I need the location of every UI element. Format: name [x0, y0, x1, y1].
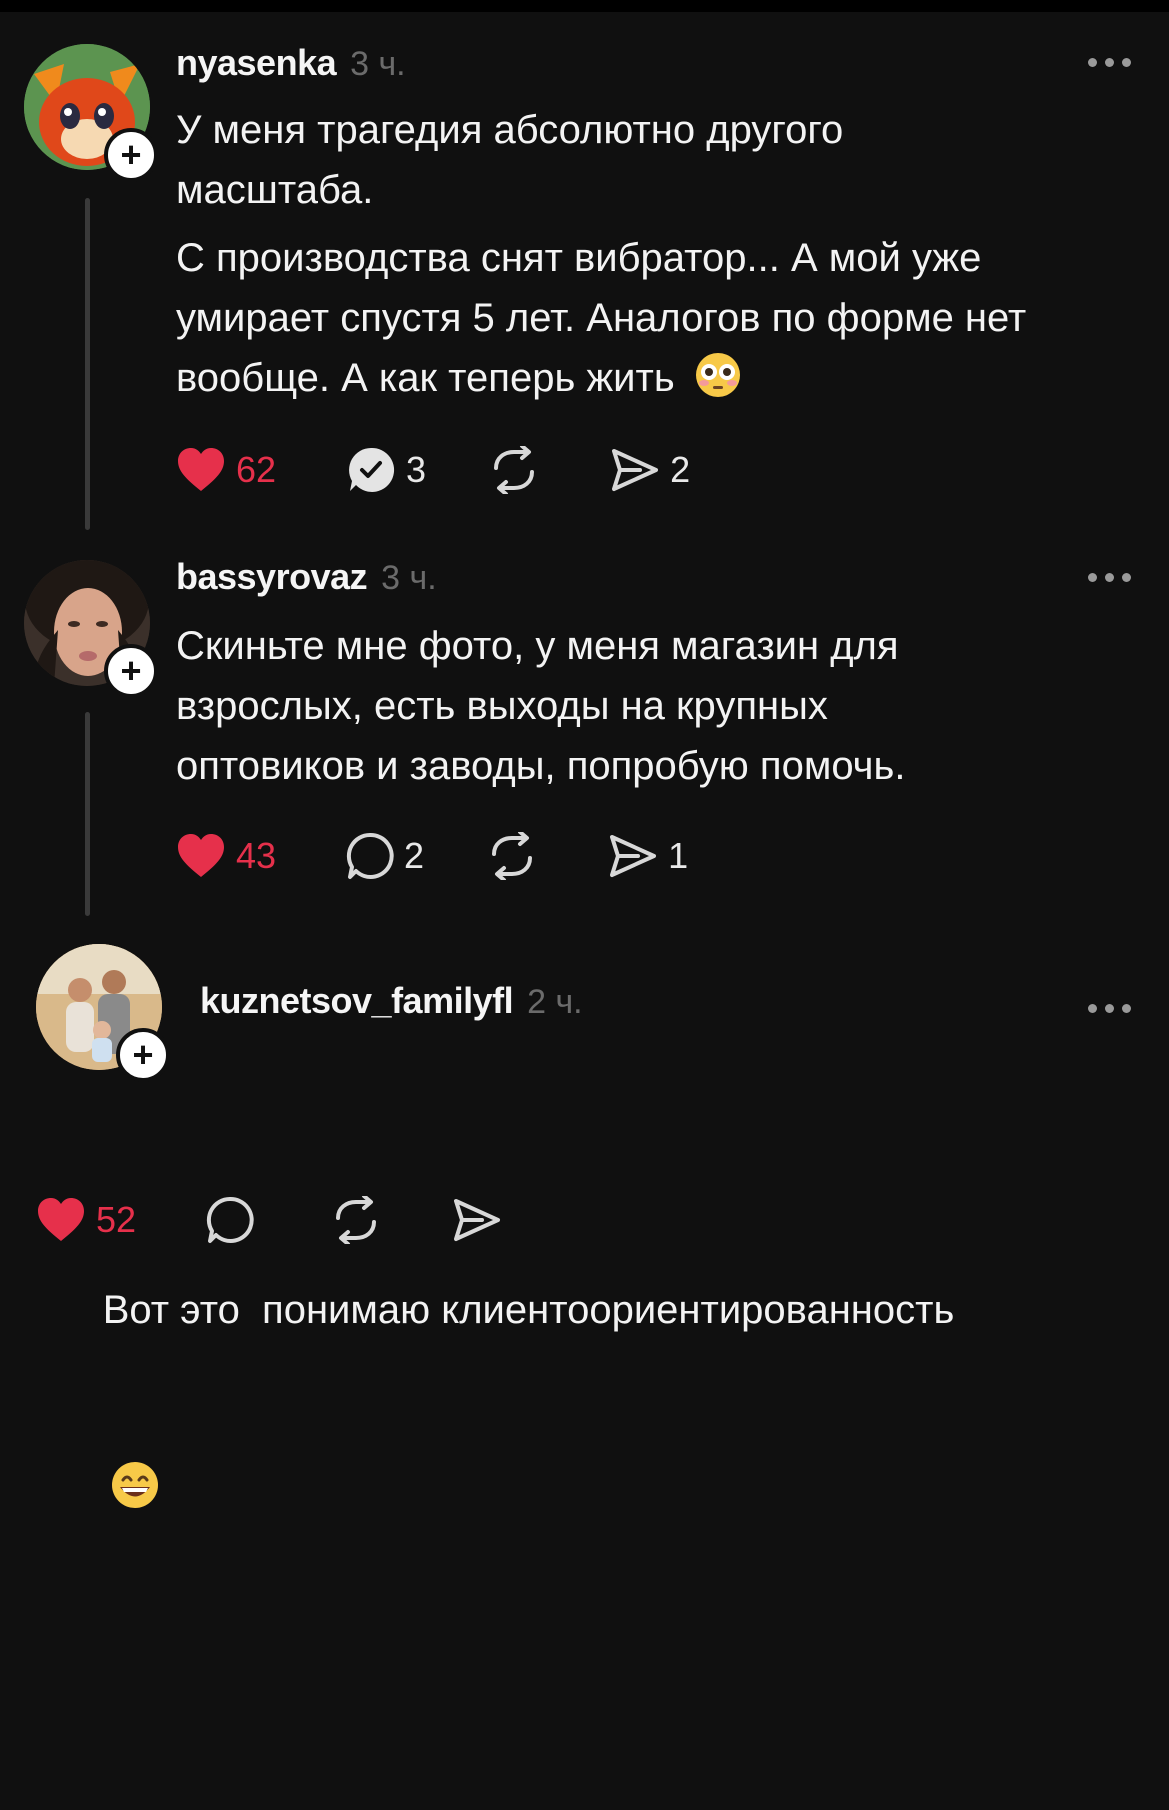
- repost-button[interactable]: [486, 832, 538, 880]
- avatar-bassyrovaz[interactable]: +: [24, 560, 158, 698]
- send-icon: [610, 835, 657, 877]
- share-button[interactable]: 2: [610, 447, 690, 493]
- follow-plus-icon[interactable]: +: [116, 1028, 170, 1082]
- follow-plus-icon[interactable]: +: [104, 128, 158, 182]
- reply-icon: [206, 1196, 254, 1243]
- like-button[interactable]: 43: [176, 833, 276, 879]
- repost-button[interactable]: [488, 446, 540, 494]
- avatar-kuznetsov-familyfl[interactable]: +: [36, 944, 170, 1082]
- username[interactable]: bassyrovaz: [176, 556, 368, 598]
- send-icon: [612, 449, 659, 491]
- like-button[interactable]: 62: [176, 447, 276, 493]
- follow-plus-icon[interactable]: +: [104, 644, 158, 698]
- thread-line: [85, 712, 90, 916]
- post-body: У меня трагедия абсолютно другого масшта…: [176, 100, 1136, 408]
- heart-icon: [178, 834, 224, 877]
- share-button[interactable]: [452, 1197, 502, 1243]
- reply-button[interactable]: 3: [346, 445, 426, 495]
- post-paragraph: С производства снят вибратор... А мой уж…: [176, 236, 1027, 400]
- like-button[interactable]: 52: [36, 1197, 136, 1243]
- repost-icon: [494, 446, 535, 494]
- post-time: 3 ч.: [381, 559, 437, 597]
- send-icon: [454, 1199, 501, 1241]
- like-count: 52: [96, 1199, 137, 1240]
- more-options-icon[interactable]: [1088, 573, 1131, 582]
- username[interactable]: kuznetsov_familyfl: [200, 980, 514, 1022]
- flushed-face-icon: [694, 351, 742, 399]
- post-paragraph: Вот это понимаю клиентоориентированность: [102, 1288, 955, 1332]
- post-time: 3 ч.: [350, 45, 406, 83]
- more-options-icon[interactable]: [1088, 58, 1131, 67]
- repost-button[interactable]: [330, 1196, 382, 1244]
- post-time: 2 ч.: [527, 983, 583, 1021]
- repost-icon: [336, 1196, 377, 1244]
- avatar-nyasenka[interactable]: +: [24, 44, 158, 182]
- reply-checked-icon: [349, 447, 395, 492]
- status-bar-edge: [0, 0, 1169, 12]
- share-count: 2: [670, 449, 691, 490]
- like-count: 62: [236, 449, 277, 490]
- post-paragraph: У меня трагедия абсолютно другого масшта…: [176, 108, 844, 212]
- share-button[interactable]: 1: [608, 833, 688, 879]
- reply-count: 2: [404, 835, 425, 876]
- more-options-icon[interactable]: [1088, 1004, 1131, 1013]
- thread-line: [85, 198, 90, 530]
- repost-icon: [492, 832, 533, 880]
- reply-icon: [346, 832, 394, 879]
- heart-icon: [178, 448, 224, 491]
- like-count: 43: [236, 835, 277, 876]
- share-count: 1: [668, 835, 689, 876]
- reply-button[interactable]: [206, 1196, 254, 1244]
- username[interactable]: nyasenka: [176, 42, 337, 84]
- reply-button[interactable]: 2: [346, 832, 424, 880]
- grinning-face-icon: [109, 1340, 198, 1630]
- post-body: Скиньте мне фото, у меня магазин для взр…: [176, 616, 1016, 796]
- heart-icon: [38, 1198, 84, 1241]
- post-paragraph: Скиньте мне фото, у меня магазин для взр…: [176, 624, 906, 788]
- reply-count: 3: [406, 449, 427, 490]
